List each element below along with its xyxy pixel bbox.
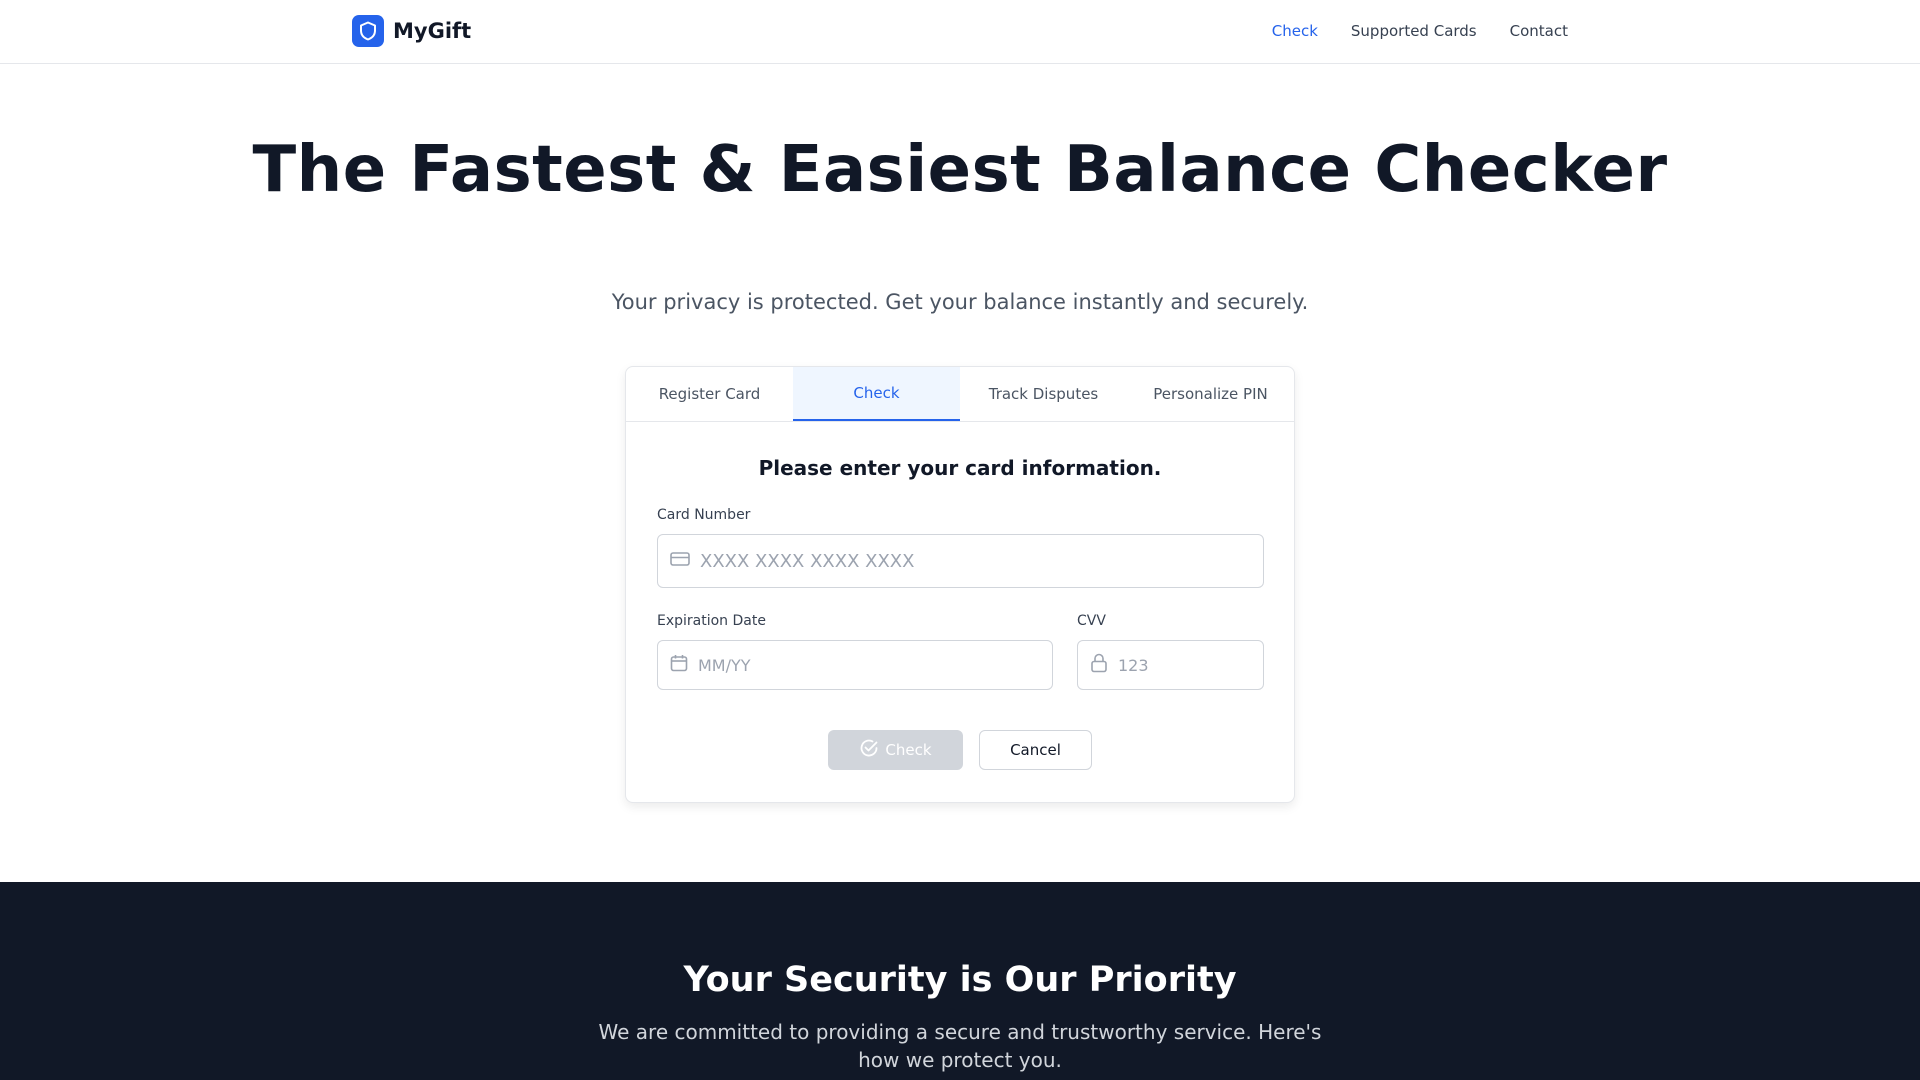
card-heading: Please enter your card information. (758, 456, 1162, 480)
calendar-icon (670, 654, 688, 676)
lock-icon (1090, 653, 1108, 677)
nav-supported-cards[interactable]: Supported Cards (1351, 22, 1477, 40)
nav-check[interactable]: Check (1272, 22, 1318, 40)
tab-register-card[interactable]: Register Card (626, 367, 793, 421)
brand[interactable]: MyGift (352, 15, 471, 47)
hero-title: The Fastest & Easiest Balance Checker (0, 138, 1920, 202)
check-button-label: Check (885, 741, 932, 759)
security-section: Your Security is Our Priority We are com… (0, 882, 1920, 1080)
hero-title-text: The Fastest & Easiest Balance Checker (252, 133, 1668, 207)
main-nav: Check Supported Cards Contact (1272, 22, 1568, 40)
security-text: We are committed to providing a secure a… (598, 1020, 1322, 1072)
expiration-date-placeholder: MM/YY (698, 655, 751, 675)
cvv-placeholder: 123 (1118, 655, 1149, 675)
check-circle-icon (859, 738, 879, 762)
tab-personalize-pin[interactable]: Personalize PIN (1127, 367, 1294, 421)
cancel-button-label: Cancel (1010, 741, 1061, 759)
card-number-input[interactable]: XXXX XXXX XXXX XXXX (657, 534, 1264, 588)
site-header: MyGift Check Supported Cards Contact (0, 0, 1920, 64)
card-number-placeholder: XXXX XXXX XXXX XXXX (700, 550, 915, 572)
expiration-date-label: Expiration Date (657, 613, 766, 629)
card-tabs: Register Card Check Track Disputes Perso… (626, 367, 1294, 422)
shield-icon (352, 15, 384, 47)
check-button[interactable]: Check (828, 730, 963, 770)
brand-name: MyGift (393, 19, 472, 43)
security-title: Your Security is Our Priority (683, 960, 1237, 1000)
tab-track-disputes[interactable]: Track Disputes (960, 367, 1127, 421)
tab-check[interactable]: Check (793, 367, 960, 421)
nav-contact[interactable]: Contact (1510, 22, 1568, 40)
expiration-date-input[interactable]: MM/YY (657, 640, 1053, 690)
cvv-label: CVV (1077, 613, 1106, 629)
hero-subtitle: Your privacy is protected. Get your bala… (611, 290, 1309, 314)
cvv-input[interactable]: 123 (1077, 640, 1264, 690)
card-number-label: Card Number (657, 507, 751, 523)
credit-card-icon (670, 551, 690, 571)
balance-check-card: Register Card Check Track Disputes Perso… (625, 366, 1295, 803)
cancel-button[interactable]: Cancel (979, 730, 1092, 770)
